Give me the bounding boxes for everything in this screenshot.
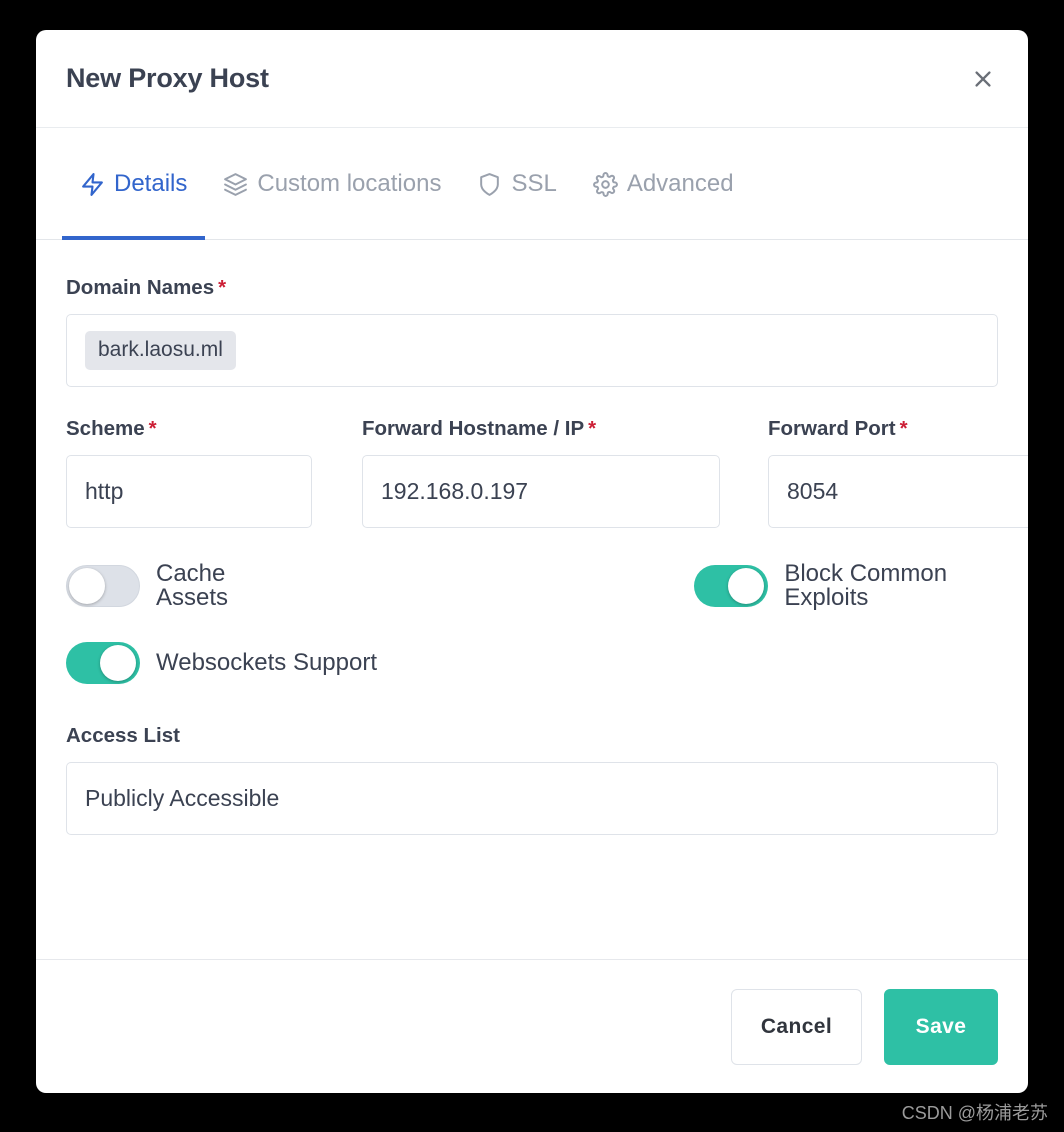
forward-hostname-label-text: Forward Hostname / IP (362, 417, 585, 440)
websockets-support-label: Websockets Support (156, 649, 378, 676)
tab-ssl[interactable]: SSL (459, 128, 574, 240)
access-list-field-group: Access List Publicly Accessible (66, 724, 998, 835)
tab-advanced[interactable]: Advanced (575, 128, 752, 240)
forward-settings-row: Scheme * http Forward Hostname / IP * 192.… (66, 417, 1028, 528)
gear-icon (592, 171, 618, 197)
new-proxy-host-dialog: New Proxy Host Details Custom locations … (36, 30, 1028, 1093)
forward-port-label: Forward Port * (768, 417, 1028, 441)
forward-hostname-input[interactable]: 192.168.0.197 (362, 455, 720, 528)
scheme-label-text: Scheme (66, 417, 145, 440)
tab-advanced-label: Advanced (626, 170, 734, 197)
scheme-label: Scheme * (66, 417, 312, 441)
switch-knob (69, 568, 105, 604)
zap-icon (80, 172, 105, 197)
cache-assets-toggle[interactable]: Cache Assets (66, 562, 275, 610)
scheme-input[interactable]: http (66, 455, 312, 528)
save-button[interactable]: Save (884, 988, 998, 1065)
domain-names-label: Domain Names * (66, 276, 998, 300)
required-asterisk: * (148, 417, 157, 440)
block-common-exploits-toggle[interactable]: Block Common Exploits (694, 562, 998, 610)
access-list-label: Access List (66, 724, 180, 747)
forward-port-input[interactable]: 8054 (768, 455, 1028, 528)
cache-assets-switch[interactable] (66, 565, 140, 607)
tab-bar: Details Custom locations SSL Advanced (36, 128, 1028, 240)
modal-backdrop: New Proxy Host Details Custom locations … (0, 0, 1064, 1132)
tab-details-label: Details (114, 170, 188, 197)
dialog-header: New Proxy Host (36, 30, 1028, 128)
block-common-exploits-switch[interactable] (694, 565, 769, 607)
required-asterisk: * (218, 276, 227, 299)
tab-custom-locations-label: Custom locations (257, 170, 442, 197)
domain-names-field-group: Domain Names * bark.laosu.ml (66, 276, 998, 387)
domain-tag[interactable]: bark.laosu.ml (85, 331, 236, 370)
domain-names-label-text: Domain Names (66, 276, 215, 299)
websockets-support-toggle[interactable]: Websockets Support (66, 642, 377, 684)
switch-knob (728, 568, 765, 604)
close-icon[interactable] (964, 60, 1002, 98)
tab-custom-locations[interactable]: Custom locations (205, 128, 459, 240)
required-asterisk: * (899, 417, 908, 440)
cancel-button[interactable]: Cancel (731, 988, 862, 1065)
forward-hostname-label: Forward Hostname / IP * (362, 417, 720, 441)
cache-assets-label: Cache Assets (156, 560, 229, 611)
access-list-select[interactable]: Publicly Accessible (66, 762, 998, 835)
scheme-field-group: Scheme * http (66, 417, 312, 528)
layers-icon (223, 172, 248, 197)
websockets-support-switch[interactable] (66, 642, 140, 684)
forward-port-field-group: Forward Port * 8054 (768, 417, 1028, 528)
switch-knob (100, 645, 136, 681)
dialog-footer: Cancel Save (36, 959, 1028, 1093)
toggles-row-2: Websockets Support (66, 642, 998, 684)
domain-names-input[interactable]: bark.laosu.ml (66, 314, 998, 387)
forward-hostname-field-group: Forward Hostname / IP * 192.168.0.197 (362, 417, 720, 528)
toggles-row-1: Cache Assets Block Common Exploits (66, 562, 998, 610)
forward-port-label-text: Forward Port (768, 417, 896, 440)
shield-icon (477, 172, 502, 197)
dialog-body: Domain Names * bark.laosu.ml Scheme * http (36, 240, 1028, 959)
watermark: CSDN @杨浦老苏 (901, 1103, 1048, 1123)
tab-ssl-label: SSL (511, 170, 557, 197)
page-title: New Proxy Host (66, 63, 269, 93)
block-common-exploits-label: Block Common Exploits (784, 560, 948, 611)
tab-details[interactable]: Details (62, 128, 206, 240)
required-asterisk: * (588, 417, 597, 440)
